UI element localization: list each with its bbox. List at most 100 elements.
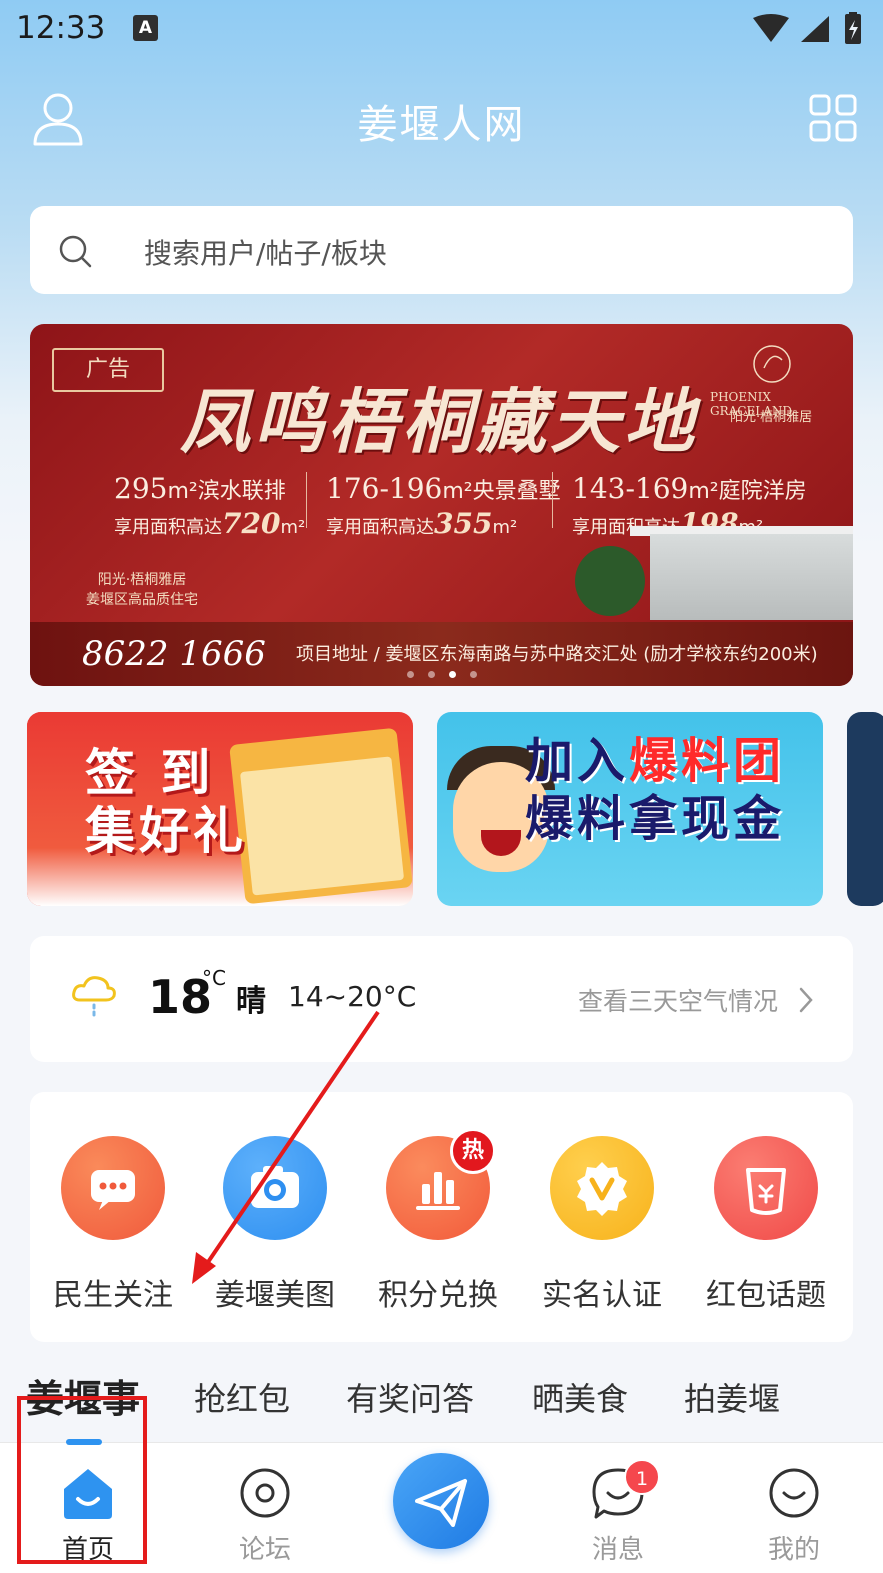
promo-checkin-card[interactable]: 签 到 集好礼 [27,712,413,906]
tab-youjiangwenda[interactable]: 有奖问答 [346,1374,474,1420]
red-packet-icon [746,1168,786,1215]
spec-sub-unit: m² [492,517,518,538]
carousel-dot[interactable] [406,671,414,678]
nav-label: 论坛 [238,1535,291,1565]
forum-icon [240,1468,290,1518]
quick-action-meitu[interactable]: 姜堰美图 [205,1136,345,1314]
sub-brand-line1: 阳光·梧桐雅居 [97,572,187,588]
bottom-navigation: 首页 论坛 消息 1 我的 [0,1439,883,1573]
camera-icon [251,1166,299,1208]
spec-unit: m² [442,479,473,504]
spec-divider [306,472,307,528]
spec-sub-label: 享用面积高达 [326,517,434,538]
spec-unit: m² [688,479,719,504]
quick-actions-card: 民生关注 姜堰美图 热 积分兑换 实名认证 红包话题 [30,1092,853,1342]
app-title: 姜堰人网 [357,102,526,148]
temperature-range: 14~20°C [288,980,417,1013]
quick-action-label: 实名认证 [542,1278,662,1313]
promo-title-line2: 爆料拿现金 [525,791,786,847]
nav-messages[interactable]: 消息 [558,1465,678,1566]
spec-area: 143-169 [572,472,689,505]
verified-v-icon [577,1162,627,1216]
active-tab-indicator [66,1439,102,1445]
profile-smile-icon [769,1468,819,1518]
spec-item: 176-196m²央景叠墅 享用面积高达355m² [326,472,561,540]
nav-profile[interactable]: 我的 [734,1465,854,1566]
promo-title-line1-a: 加入 [525,733,630,789]
spec-sub-area: 355 [434,507,493,540]
spec-sub-area: 720 [222,507,281,540]
carousel-dot[interactable] [427,671,435,678]
quick-action-icon-circle [714,1136,818,1240]
status-signal-battery-icons [753,12,861,44]
ad-tag: 广告 [52,348,164,392]
quick-action-verify[interactable]: 实名认证 [532,1136,672,1314]
nav-label: 首页 [61,1535,114,1565]
cloudy-weather-icon [72,976,116,1017]
spec-type: 央景叠墅 [472,479,561,504]
hot-badge: 热 [450,1128,496,1174]
carousel-dot-active[interactable] [448,671,456,678]
tab-qianghongbao[interactable]: 抢红包 [194,1374,290,1420]
category-tabs: 姜堰事 抢红包 有奖问答 晒美食 拍姜堰 [0,1366,883,1426]
home-icon [64,1469,112,1519]
quick-action-redpacket[interactable]: 红包话题 [696,1136,836,1314]
house-image [650,534,853,620]
promo-title-line1: 签 到 [85,744,215,802]
status-time: 12:33 [16,10,106,46]
promo-card-partial[interactable] [847,712,883,906]
promo-tipster-card[interactable]: 加入爆料团 爆料拿现金 [437,712,823,906]
quick-action-icon-circle [61,1136,165,1240]
quick-action-icon-circle [223,1136,327,1240]
spec-sub-label: 享用面积高达 [114,517,222,538]
weather-condition: 晴 [236,984,266,1019]
carousel-dot[interactable] [469,671,477,678]
chevron-right-icon [799,987,813,1013]
ad-banner-carousel[interactable]: 广告 凤鸣梧桐藏天地 PHOENIX GRACELAND 阳光·梧桐雅居 295… [30,324,853,686]
quick-action-label: 红包话题 [706,1278,826,1313]
quick-action-label: 姜堰美图 [215,1278,335,1313]
spec-sub-unit: m² [280,517,306,538]
nav-forum[interactable]: 论坛 [205,1465,325,1566]
spec-type: 滨水联排 [197,479,286,504]
spec-area: 176-196 [326,472,443,505]
banner-headline: 凤鸣梧桐藏天地 [180,380,698,463]
air-quality-link[interactable]: 查看三天空气情况 [578,982,778,1018]
temperature-unit: °C [202,966,226,990]
notification-a-icon: A [133,15,158,41]
tree-image [575,546,645,616]
spec-divider [552,472,553,528]
quick-action-points[interactable]: 热 积分兑换 [368,1128,508,1314]
search-bar[interactable]: 搜索用户/帖子/板块 [30,206,853,294]
app-bar: 姜堰人网 [0,80,883,155]
promo-title-line2: 集好礼 [85,802,247,860]
publish-button[interactable] [393,1453,489,1549]
quick-action-icon-circle: 热 [386,1128,496,1240]
grid-menu-icon[interactable] [809,94,857,142]
spec-item: 295m²滨水联排 享用面积高达720m² [114,472,305,540]
tab-paijiangyan[interactable]: 拍姜堰 [684,1374,780,1420]
quick-action-label: 民生关注 [53,1278,173,1313]
message-count-badge: 1 [624,1459,660,1495]
weather-card[interactable]: 18 °C 晴 14~20°C 查看三天空气情况 [30,936,853,1062]
status-bar: 12:33 A [0,0,883,60]
nav-home[interactable]: 首页 [28,1465,148,1566]
quick-action-minsheng[interactable]: 民生关注 [43,1136,183,1314]
quick-action-label: 积分兑换 [378,1278,498,1313]
chat-dots-icon [91,1170,135,1210]
nav-label: 我的 [767,1535,820,1565]
quick-action-icon-circle [550,1136,654,1240]
sub-brand-line2: 姜堰区高品质住宅 [86,592,198,608]
search-placeholder: 搜索用户/帖子/板块 [144,237,387,270]
tab-shaimeishi[interactable]: 晒美食 [532,1374,628,1420]
promo-title: 加入爆料团 爆料拿现金 [525,732,785,848]
promo-title-line1-b: 爆料团 [629,733,786,789]
spec-area: 295 [114,472,168,505]
send-plane-icon [415,1479,467,1527]
spec-unit: m² [167,479,198,504]
brand-name-cn: 阳光·梧桐雅居 [730,410,813,425]
carousel-dots [30,663,853,682]
sub-brand: 阳光·梧桐雅居 姜堰区高品质住宅 [86,570,198,610]
promo-title: 签 到 集好礼 [85,744,247,860]
tab-jiangyanshi[interactable]: 姜堰事 [26,1368,140,1423]
